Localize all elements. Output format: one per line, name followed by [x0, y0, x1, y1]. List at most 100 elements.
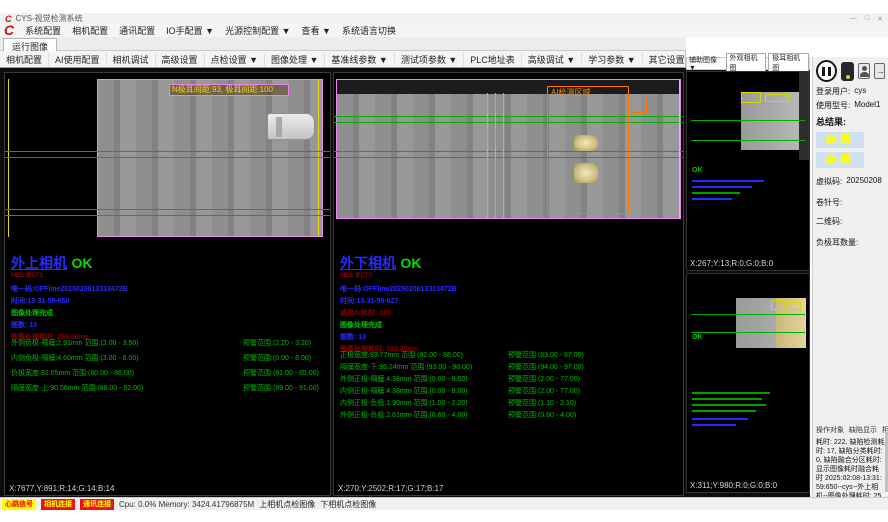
left-camera-image [97, 79, 323, 237]
text-line-abstract [692, 424, 736, 426]
text-line-abstract [692, 410, 756, 412]
toolbar-test-item-params[interactable]: 测试项参数 ▼ [395, 53, 464, 66]
measurement-row: 隔膜宽度-上:90.56mm 范围:(88.00 - 92.00)预警范围:(8… [11, 383, 330, 393]
toolbar-advanced-debug[interactable]: 高级调试 ▼ [522, 53, 582, 66]
tab-blob [574, 135, 598, 151]
model-value[interactable]: Model1 [854, 100, 880, 111]
preview-tab-bar: 辅助图像 ▼ 外观相机图 极耳相机图 [686, 57, 810, 70]
text-line-abstract [692, 418, 748, 420]
guide-line-green [691, 120, 805, 121]
maximize-icon[interactable]: □ [865, 15, 869, 23]
guide-line-yellow [8, 79, 9, 237]
guide-line-green [334, 157, 683, 158]
login-user-row: 登录用户: cys [816, 86, 885, 97]
menu-bar: C 系统配置 相机配置 通讯配置 IO手配置 ▼ 光源控制配置 ▼ 查看 ▼ 系… [0, 24, 888, 37]
measurement-row: 外侧负极-隔膜:2.91mm 范围:(2.00 - 3.50)预警范围:(2.2… [11, 338, 330, 348]
status-ok: OK [71, 255, 92, 271]
left-camera-view[interactable]: N极耳间距:93, 极耳间距:100 外上相机 OK MES:发CT1 唯一码:… [4, 72, 331, 496]
camera-device-button[interactable] [841, 62, 854, 81]
menu-item-view[interactable]: 查看 ▼ [302, 24, 331, 37]
left-result-overlay: 外上相机 OK MES:发CT1 唯一码:OFFline202502081331… [11, 253, 128, 344]
measurement-row: 外侧正极-负极:2.61mm 范围:(0.60 - 4.00)预警范围:(0.6… [340, 410, 683, 420]
roi-label-box: N极耳间距:93, 极耳间距:100 [169, 84, 289, 96]
menu-item-system-config[interactable]: 系统配置 [25, 24, 61, 37]
qr-code-row: 二维码: [816, 216, 885, 227]
measurement-row: 负极宽度:82.05mm 范围:(80.00 - 86.00)预警范围:(81.… [11, 368, 330, 378]
bottom-tab-defect[interactable]: 缺陷显示 [849, 425, 877, 435]
measurement-row: 内侧正极-隔膜:4.38mm 范围:(0.00 - 9.00)预警范围:(2.0… [340, 386, 683, 396]
menu-item-io-config[interactable]: IO手配置 ▼ [166, 24, 214, 37]
app-window: C CYS-视觉检测系统 — □ ✕ C 系统配置 相机配置 通讯配置 IO手配… [0, 0, 888, 522]
roi-marker [765, 94, 789, 102]
bottom-tab-operation[interactable]: 操作对象 [816, 425, 844, 435]
guide-line-magenta [495, 93, 496, 219]
result-box-1: 结果 [816, 132, 864, 148]
lower-camera-image-link[interactable]: 下相机点检图像 [320, 499, 376, 510]
guide-line-green [334, 151, 683, 152]
menu-item-language-switch[interactable]: 系统语言切换 [342, 24, 396, 37]
ai-cost-line: 调用AI耗时: 165 [340, 308, 457, 320]
camera-title: 外上相机 [11, 255, 67, 271]
menu-item-camera-config[interactable]: 相机配置 [72, 24, 108, 37]
preview-view-bottom[interactable]: OK X:311;Y:980;R:0;G:0;B:0 [686, 273, 810, 493]
toolbar-baseline-params[interactable]: 基准线参数 ▼ [325, 53, 394, 66]
upper-camera-image-link[interactable]: 上相机点检图像 [259, 499, 315, 510]
toolbar-camera-config[interactable]: 相机配置 [0, 53, 49, 66]
right-camera-view[interactable]: AI检测区域 外下相机 OK MES:发CT0 唯一码:OFFline20250… [333, 72, 684, 496]
uid-line: 唯一码:OFFline2025020813313472B [340, 284, 457, 296]
menu-item-comm-config[interactable]: 通讯配置 [119, 24, 155, 37]
toolbar-image-processing[interactable]: 图像处理 ▼ [265, 53, 325, 66]
preview-image-selector[interactable]: 辅助图像 ▼ [689, 55, 724, 72]
guide-line-green [691, 332, 805, 333]
toolbar-learning-params[interactable]: 学习参数 ▼ [582, 53, 642, 66]
guide-line-yellow [318, 79, 319, 237]
cpu-memory-text: Cpu: 0.0% Memory: 3424.41796875M [119, 500, 254, 509]
status-ok: OK [692, 334, 703, 341]
user-icon-button[interactable] [858, 63, 869, 79]
toolbar-ai-usage-config[interactable]: AI使用配置 [49, 53, 107, 66]
brand-logo-icon: C [4, 24, 14, 37]
login-user-label: 登录用户: [816, 86, 850, 97]
measurement-row: 隔膜宽度-下:95.24mm 范围:(93.00 - 98.00)预警范围:(9… [340, 362, 683, 372]
toolbar-spot-check[interactable]: 点检设置 ▼ [205, 53, 265, 66]
window-title: CYS-视觉检测系统 [16, 13, 83, 24]
close-icon[interactable]: ✕ [877, 15, 883, 23]
measurement-row: 内侧负极-隔膜:4.60mm 范围:(3.00 - 6.00)预警范围:(0.0… [11, 353, 330, 363]
result-box-2: 结果 [816, 152, 864, 168]
toolbar-plc-address[interactable]: PLC地址表 [464, 53, 522, 66]
camera-title: 外下相机 [340, 255, 396, 271]
toolbar-advanced-settings[interactable]: 高级设置 [156, 53, 205, 66]
toolbar-camera-debug[interactable]: 相机调试 [107, 53, 156, 66]
status-bar: 心跳信号 相机连接 通讯连接 Cpu: 0.0% Memory: 3424.41… [0, 497, 888, 510]
frame-line: 图数: 13 [11, 320, 128, 332]
roi-label: N极耳间距:93, 极耳间距:100 [172, 85, 273, 94]
time-line: 时间:13-31-59-627 [340, 296, 457, 308]
status-ok: OK [400, 255, 421, 271]
cursor-coordinates: X:7677,Y:891;R:14;G:14;B:14 [9, 484, 114, 493]
cursor-coordinates: X:311;Y:980;R:0;G:0;B:0 [690, 481, 777, 490]
done-line: 图像处理完成 [11, 308, 128, 320]
minimize-icon[interactable]: — [850, 15, 857, 23]
login-user-value[interactable]: cys [854, 86, 866, 97]
sidebar-button-row: → [816, 59, 885, 83]
menu-item-light-config[interactable]: 光源控制配置 ▼ [225, 24, 290, 37]
logout-icon-button[interactable]: → [874, 63, 885, 79]
preview-column: 辅助图像 ▼ 外观相机图 极耳相机图 OK X:267;Y:13;R:0;G:0… [686, 57, 810, 497]
guide-line-green [5, 151, 330, 152]
guide-line-green [5, 209, 330, 210]
mes-line: MES:发CT1 [11, 273, 128, 280]
negative-tab-count-row: 负极耳数量: [816, 237, 885, 248]
guide-line-green [334, 116, 683, 117]
pause-button[interactable] [816, 60, 837, 82]
guide-line-green [691, 140, 805, 141]
text-line-abstract [692, 198, 732, 200]
preview-view-top[interactable]: OK X:267;Y:13;R:0;G:0;B:0 [686, 71, 810, 271]
roi-marker [741, 92, 761, 103]
text-line-abstract [692, 180, 764, 182]
toolbar: 相机配置 AI使用配置 相机调试 高级设置 点检设置 ▼ 图像处理 ▼ 基准线参… [0, 51, 686, 68]
total-result-label: 总结果: [816, 115, 885, 128]
measurement-row: 正极宽度:83.77mm 范围:(82.00 - 88.00)预警范围:(83.… [340, 350, 683, 360]
guide-line-green [334, 122, 683, 123]
guide-line-green [691, 314, 805, 315]
measurement-row: 外侧正极-隔膜:4.38mm 范围:(0.00 - 9.00)预警范围:(2.0… [340, 374, 683, 384]
